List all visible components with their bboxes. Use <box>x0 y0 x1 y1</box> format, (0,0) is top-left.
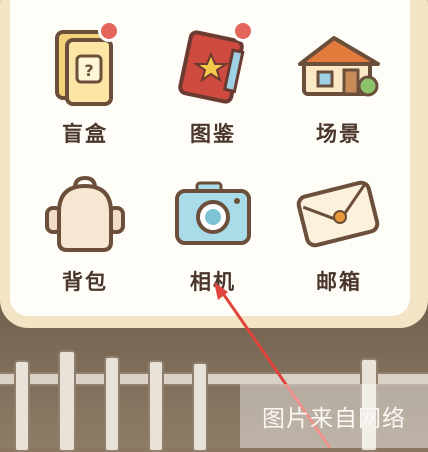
menu-item-label: 相机 <box>190 270 236 294</box>
menu-item-blind-box[interactable]: ? 盲盒 <box>30 16 140 146</box>
menu-item-camera[interactable]: 相机 <box>158 164 268 294</box>
menu-item-album[interactable]: 图鉴 <box>158 16 268 146</box>
menu-item-mailbox[interactable]: 邮箱 <box>284 164 394 294</box>
fence-post <box>58 350 76 452</box>
mail-envelope-icon <box>284 164 394 264</box>
fence-post <box>192 362 208 452</box>
menu-item-label: 场景 <box>316 122 362 146</box>
camera-icon <box>158 164 268 264</box>
backpack-icon <box>30 164 140 264</box>
notification-badge <box>98 20 120 42</box>
notification-badge <box>232 20 254 42</box>
blind-box-icon: ? <box>30 16 140 116</box>
fence-post <box>148 360 164 452</box>
fence-post <box>14 360 30 452</box>
menu-item-label: 图鉴 <box>190 122 236 146</box>
menu-item-scene[interactable]: 场景 <box>284 16 394 146</box>
menu-item-label: 背包 <box>62 270 108 294</box>
svg-text:?: ? <box>84 61 93 80</box>
menu-item-backpack[interactable]: 背包 <box>30 164 140 294</box>
watermark: 图片来自网络 <box>240 384 428 448</box>
menu-item-label: 邮箱 <box>316 270 362 294</box>
menu-item-label: 盲盒 <box>62 122 108 146</box>
watermark-text: 图片来自网络 <box>262 406 406 432</box>
fence-post <box>104 356 120 452</box>
house-scene-icon <box>284 16 394 116</box>
